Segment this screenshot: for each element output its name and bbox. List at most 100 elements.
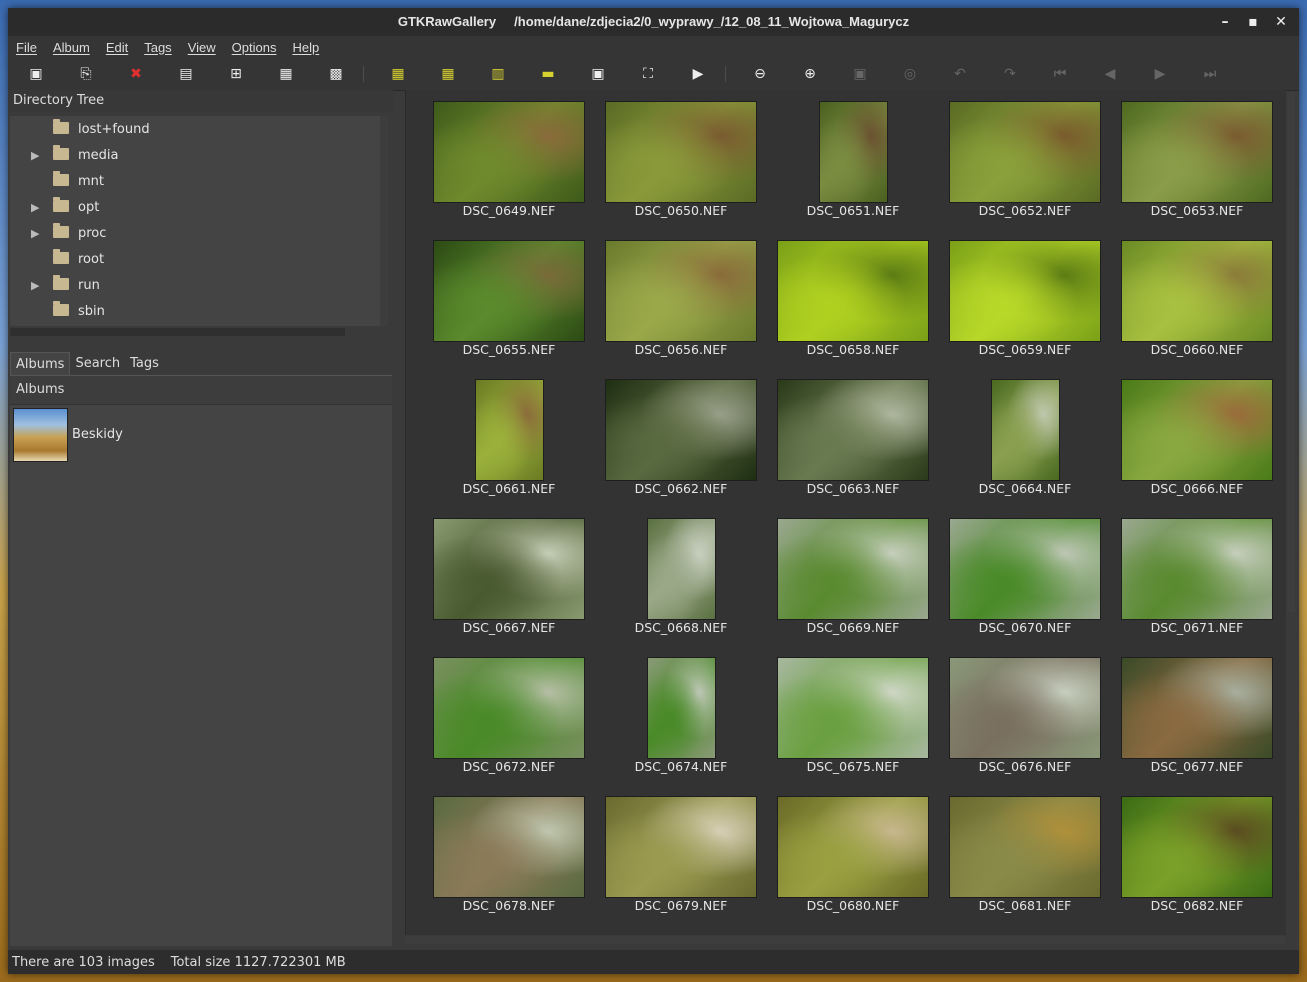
previous-image-icon[interactable]: ◀ bbox=[1100, 64, 1120, 84]
thumbnail-image[interactable] bbox=[777, 657, 929, 759]
tree-item[interactable]: ▶ opt bbox=[10, 194, 380, 220]
grid-small-icon[interactable]: ▩ bbox=[326, 64, 346, 84]
tree-item[interactable]: sbin bbox=[10, 298, 380, 324]
thumbnail-item[interactable]: DSC_0682.NEF bbox=[1111, 796, 1283, 935]
thumbnail-item[interactable]: DSC_0667.NEF bbox=[423, 518, 595, 657]
thumbnail-image[interactable] bbox=[605, 101, 757, 203]
zoom-in-icon[interactable]: ⊕ bbox=[800, 64, 820, 84]
delete-icon[interactable]: ✖ bbox=[126, 64, 146, 84]
single-view-icon[interactable]: ▬ bbox=[538, 64, 558, 84]
thumbnail-item[interactable]: DSC_0659.NEF bbox=[939, 240, 1111, 379]
thumbnail-image[interactable] bbox=[949, 101, 1101, 203]
thumbnails-list-icon[interactable]: ▦ bbox=[438, 64, 458, 84]
thumbnails-icon[interactable]: ▦ bbox=[388, 64, 408, 84]
grid-medium-icon[interactable]: ▦ bbox=[276, 64, 296, 84]
slideshow-play-icon[interactable]: ▶ bbox=[688, 64, 708, 84]
thumbnail-image[interactable] bbox=[433, 240, 585, 342]
thumbnail-item[interactable]: DSC_0669.NEF bbox=[767, 518, 939, 657]
compare-icon[interactable]: ▣ bbox=[588, 64, 608, 84]
thumbnail-image[interactable] bbox=[949, 518, 1101, 620]
tree-item[interactable]: ▶ media bbox=[10, 142, 380, 168]
menu-file[interactable]: File bbox=[16, 40, 37, 55]
thumbnail-image[interactable] bbox=[1121, 240, 1273, 342]
thumbnail-image[interactable] bbox=[1121, 796, 1273, 898]
filmstrip-icon[interactable]: ▥ bbox=[488, 64, 508, 84]
thumbnail-image[interactable] bbox=[433, 657, 585, 759]
list-view-icon[interactable]: ▤ bbox=[176, 64, 196, 84]
thumbnail-item[interactable]: DSC_0658.NEF bbox=[767, 240, 939, 379]
zoom-100-icon[interactable]: ◎ bbox=[900, 64, 920, 84]
thumbnail-image[interactable] bbox=[777, 796, 929, 898]
menu-options[interactable]: Options bbox=[232, 40, 277, 55]
thumbnail-image[interactable] bbox=[474, 379, 544, 481]
thumbnail-item[interactable]: DSC_0662.NEF bbox=[595, 379, 767, 518]
thumbnail-image[interactable] bbox=[433, 101, 585, 203]
thumbnail-image[interactable] bbox=[1121, 101, 1273, 203]
last-image-icon[interactable]: ⏭ bbox=[1200, 64, 1220, 84]
expand-arrow-icon[interactable]: ▶ bbox=[31, 149, 39, 162]
thumbnail-item[interactable]: DSC_0680.NEF bbox=[767, 796, 939, 935]
thumbnail-image[interactable] bbox=[433, 518, 585, 620]
thumbnail-image[interactable] bbox=[949, 657, 1101, 759]
thumbnail-image[interactable] bbox=[990, 379, 1060, 481]
expand-arrow-icon[interactable]: ▶ bbox=[31, 201, 39, 214]
thumbnail-image[interactable] bbox=[949, 240, 1101, 342]
thumbnail-item[interactable]: DSC_0655.NEF bbox=[423, 240, 595, 379]
tree-horizontal-scrollbar[interactable] bbox=[10, 328, 345, 336]
thumbnail-image[interactable] bbox=[949, 796, 1101, 898]
thumbnail-item[interactable]: DSC_0666.NEF bbox=[1111, 379, 1283, 518]
tab-albums[interactable]: Albums bbox=[10, 352, 71, 376]
next-image-icon[interactable]: ▶ bbox=[1150, 64, 1170, 84]
menu-view[interactable]: View bbox=[188, 40, 216, 55]
thumbnail-image[interactable] bbox=[433, 796, 585, 898]
fullscreen-icon[interactable]: ⛶ bbox=[638, 64, 658, 84]
thumbnail-item[interactable]: DSC_0650.NEF bbox=[595, 101, 767, 240]
thumbnail-image[interactable] bbox=[777, 240, 929, 342]
thumbnail-item[interactable]: DSC_0677.NEF bbox=[1111, 657, 1283, 796]
open-folder-icon[interactable]: ▣ bbox=[26, 64, 46, 84]
album-item[interactable]: Beskidy bbox=[10, 407, 392, 465]
thumbnail-image[interactable] bbox=[1121, 518, 1273, 620]
thumbnail-image[interactable] bbox=[605, 240, 757, 342]
tree-item[interactable]: mnt bbox=[10, 168, 380, 194]
expand-arrow-icon[interactable]: ▶ bbox=[31, 279, 39, 292]
thumbnail-item[interactable]: DSC_0651.NEF bbox=[767, 101, 939, 240]
thumbnail-item[interactable]: DSC_0652.NEF bbox=[939, 101, 1111, 240]
menu-edit[interactable]: Edit bbox=[106, 40, 128, 55]
tree-item[interactable]: lost+found bbox=[10, 116, 380, 142]
maximize-icon[interactable]: ▪ bbox=[1243, 12, 1263, 32]
menu-help[interactable]: Help bbox=[292, 40, 319, 55]
zoom-out-icon[interactable]: ⊖ bbox=[750, 64, 770, 84]
thumbnail-image[interactable] bbox=[1121, 379, 1273, 481]
thumbnail-image[interactable] bbox=[605, 379, 757, 481]
minimize-icon[interactable]: – bbox=[1215, 12, 1235, 32]
rotate-left-icon[interactable]: ↶ bbox=[950, 64, 970, 84]
thumbnail-item[interactable]: DSC_0656.NEF bbox=[595, 240, 767, 379]
close-icon[interactable]: ✕ bbox=[1271, 12, 1291, 32]
thumbnail-item[interactable]: DSC_0670.NEF bbox=[939, 518, 1111, 657]
thumbnail-item[interactable]: DSC_0649.NEF bbox=[423, 101, 595, 240]
thumbnail-image[interactable] bbox=[777, 518, 929, 620]
menu-tags[interactable]: Tags bbox=[144, 40, 171, 55]
thumbnail-image[interactable] bbox=[1121, 657, 1273, 759]
thumbnail-item[interactable]: DSC_0668.NEF bbox=[595, 518, 767, 657]
first-image-icon[interactable]: ⏮ bbox=[1050, 64, 1070, 84]
tree-item[interactable]: ▶ run bbox=[10, 272, 380, 298]
thumbnail-item[interactable]: DSC_0664.NEF bbox=[939, 379, 1111, 518]
thumbnail-item[interactable]: DSC_0663.NEF bbox=[767, 379, 939, 518]
thumbnail-item[interactable]: DSC_0660.NEF bbox=[1111, 240, 1283, 379]
tab-search[interactable]: Search bbox=[70, 352, 126, 376]
thumbnail-item[interactable]: DSC_0672.NEF bbox=[423, 657, 595, 796]
zoom-fit-icon[interactable]: ▣ bbox=[850, 64, 870, 84]
thumbnail-image[interactable] bbox=[646, 657, 716, 759]
thumbnail-item[interactable]: DSC_0661.NEF bbox=[423, 379, 595, 518]
thumbnail-item[interactable]: DSC_0681.NEF bbox=[939, 796, 1111, 935]
tree-item[interactable]: ▶ proc bbox=[10, 220, 380, 246]
thumbnail-image[interactable] bbox=[605, 796, 757, 898]
rotate-right-icon[interactable]: ↷ bbox=[1000, 64, 1020, 84]
tree-item[interactable]: root bbox=[10, 246, 380, 272]
thumbnail-image[interactable] bbox=[646, 518, 716, 620]
export-icon[interactable]: ⎘ bbox=[76, 64, 96, 84]
thumbnail-item[interactable]: DSC_0674.NEF bbox=[595, 657, 767, 796]
expand-arrow-icon[interactable]: ▶ bbox=[31, 227, 39, 240]
